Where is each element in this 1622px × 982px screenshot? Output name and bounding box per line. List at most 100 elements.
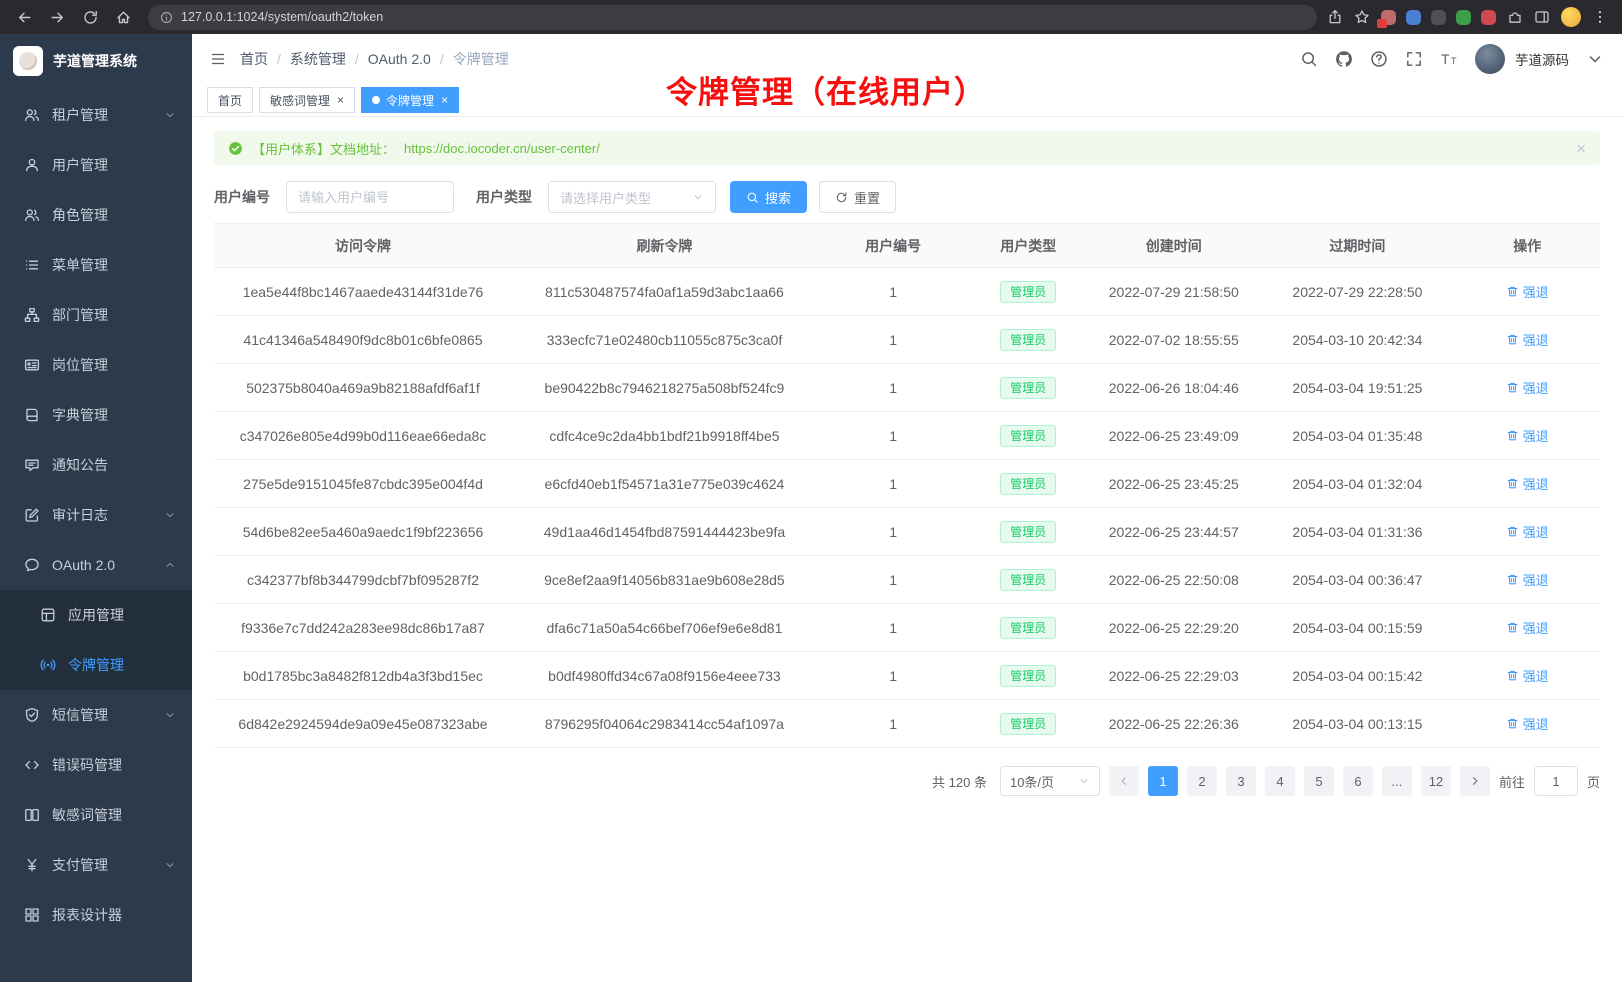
force-logout-button[interactable]: 强退 <box>1506 714 1549 733</box>
star-icon[interactable] <box>1354 9 1370 25</box>
sidebar-item-report-designer[interactable]: 报表设计器 <box>0 890 192 940</box>
force-logout-button[interactable]: 强退 <box>1506 618 1549 637</box>
prev-page-button[interactable] <box>1109 766 1139 796</box>
tab-敏感词管理[interactable]: 敏感词管理× <box>259 87 355 113</box>
sidebar-item-label: 租户管理 <box>52 105 152 125</box>
table-row: c342377bf8b344799dcbf7bf095287f29ce8ef2a… <box>214 556 1600 604</box>
sidebar-item-sensitive-word[interactable]: 敏感词管理 <box>0 790 192 840</box>
tab-首页[interactable]: 首页 <box>207 87 253 113</box>
arrow-left-icon[interactable] <box>16 9 33 26</box>
expire-time-cell: 2054-03-04 00:13:15 <box>1260 700 1454 748</box>
sidebar-item-label: 支付管理 <box>52 855 152 875</box>
url-bar[interactable]: 127.0.0.1:1024/system/oauth2/token <box>148 5 1317 30</box>
help-icon[interactable] <box>1370 50 1388 68</box>
user-id-cell: 1 <box>817 508 969 556</box>
goto-page-input[interactable] <box>1534 766 1578 796</box>
pagination-ellipsis[interactable]: ... <box>1382 766 1412 796</box>
force-logout-button[interactable]: 强退 <box>1506 282 1549 301</box>
extension-green[interactable] <box>1456 10 1471 25</box>
create-time-cell: 2022-06-25 23:45:25 <box>1087 460 1260 508</box>
filter-bar: 用户编号 用户类型 请选择用户类型 搜索 重置 <box>214 181 1600 213</box>
svg-text:T: T <box>1451 56 1457 67</box>
site-info-icon[interactable] <box>160 11 173 24</box>
share-icon[interactable] <box>1327 9 1343 25</box>
page-button-4[interactable]: 4 <box>1265 766 1295 796</box>
page-button-6[interactable]: 6 <box>1343 766 1373 796</box>
alert-close-icon[interactable]: × <box>1576 140 1586 157</box>
page-size-select[interactable]: 10条/页 <box>1000 766 1100 796</box>
sidebar-item-pay[interactable]: 支付管理 <box>0 840 192 890</box>
puzzle-icon[interactable] <box>1507 9 1523 25</box>
page-button-2[interactable]: 2 <box>1187 766 1217 796</box>
extension-pink[interactable] <box>1381 10 1396 25</box>
user-type-select[interactable]: 请选择用户类型 <box>548 181 716 213</box>
arrow-right-icon[interactable] <box>49 9 66 26</box>
next-page-button[interactable] <box>1460 766 1490 796</box>
extension-red[interactable] <box>1481 10 1496 25</box>
search-icon[interactable] <box>1300 50 1318 68</box>
username[interactable]: 芋道源码 <box>1515 49 1569 69</box>
page-button-12[interactable]: 12 <box>1421 766 1451 796</box>
close-tab-icon[interactable]: × <box>441 93 448 107</box>
sidebar-item-menu[interactable]: 菜单管理 <box>0 240 192 290</box>
user-id-cell: 1 <box>817 604 969 652</box>
sidebar-item-oauth2[interactable]: OAuth 2.0 <box>0 540 192 590</box>
chevron-right-icon <box>1469 775 1481 787</box>
sidebar-item-dict[interactable]: 字典管理 <box>0 390 192 440</box>
user-id-label: 用户编号 <box>214 187 270 207</box>
sidebar-item-tenant[interactable]: 租户管理 <box>0 90 192 140</box>
trash-icon <box>1506 381 1519 394</box>
sidebar-item-label: 部门管理 <box>52 305 176 325</box>
page-button-5[interactable]: 5 <box>1304 766 1334 796</box>
force-logout-button[interactable]: 强退 <box>1506 426 1549 445</box>
refresh-icon[interactable] <box>82 9 99 26</box>
breadcrumb-item[interactable]: OAuth 2.0 <box>368 51 431 67</box>
chat-icon <box>24 557 40 573</box>
reset-button[interactable]: 重置 <box>819 181 896 213</box>
fontsize-icon[interactable]: TT <box>1440 50 1458 68</box>
sidebar-item-dept[interactable]: 部门管理 <box>0 290 192 340</box>
chevron-down-icon <box>164 109 176 121</box>
sidebar-item-error-code[interactable]: 错误码管理 <box>0 740 192 790</box>
sidebar-item-user[interactable]: 用户管理 <box>0 140 192 190</box>
close-tab-icon[interactable]: × <box>337 93 344 107</box>
browser-profile-avatar[interactable] <box>1561 7 1581 27</box>
sidebar-item-sms[interactable]: 短信管理 <box>0 690 192 740</box>
force-logout-button[interactable]: 强退 <box>1506 474 1549 493</box>
github-icon[interactable] <box>1335 50 1353 68</box>
fullscreen-icon[interactable] <box>1405 50 1423 68</box>
home-icon[interactable] <box>115 9 132 26</box>
trash-icon <box>1506 621 1519 634</box>
extension-blue[interactable] <box>1406 10 1421 25</box>
panel-icon[interactable] <box>1534 9 1550 25</box>
force-logout-button[interactable]: 强退 <box>1506 522 1549 541</box>
force-logout-button[interactable]: 强退 <box>1506 666 1549 685</box>
force-logout-button[interactable]: 强退 <box>1506 378 1549 397</box>
tab-令牌管理[interactable]: 令牌管理× <box>361 87 459 113</box>
force-logout-button[interactable]: 强退 <box>1506 330 1549 349</box>
page-button-1[interactable]: 1 <box>1148 766 1178 796</box>
sidebar-item-role[interactable]: 角色管理 <box>0 190 192 240</box>
user-type-placeholder: 请选择用户类型 <box>560 188 651 207</box>
column-header: 用户类型 <box>969 224 1087 268</box>
browser-toolbar-right <box>1327 7 1612 27</box>
user-id-input[interactable] <box>286 181 454 213</box>
browser-menu-icon[interactable] <box>1592 9 1608 25</box>
breadcrumb-item[interactable]: 系统管理 <box>290 49 346 69</box>
sidebar-item-oauth2-token[interactable]: 令牌管理 <box>0 640 192 690</box>
trash-icon <box>1506 573 1519 586</box>
extension-dark[interactable] <box>1431 10 1446 25</box>
sidebar-item-notice[interactable]: 通知公告 <box>0 440 192 490</box>
breadcrumb-item[interactable]: 首页 <box>240 49 268 69</box>
access-token-cell: c342377bf8b344799dcbf7bf095287f2 <box>214 556 512 604</box>
search-button[interactable]: 搜索 <box>730 181 807 213</box>
sidebar-item-post[interactable]: 岗位管理 <box>0 340 192 390</box>
page-button-3[interactable]: 3 <box>1226 766 1256 796</box>
sidebar-item-oauth2-app[interactable]: 应用管理 <box>0 590 192 640</box>
chevron-down-icon[interactable] <box>1586 50 1604 68</box>
avatar[interactable] <box>1475 44 1505 74</box>
force-logout-button[interactable]: 强退 <box>1506 570 1549 589</box>
doc-link[interactable]: https://doc.iocoder.cn/user-center/ <box>404 141 600 156</box>
sidebar-item-audit-log[interactable]: 审计日志 <box>0 490 192 540</box>
collapse-menu-icon[interactable] <box>210 51 226 67</box>
